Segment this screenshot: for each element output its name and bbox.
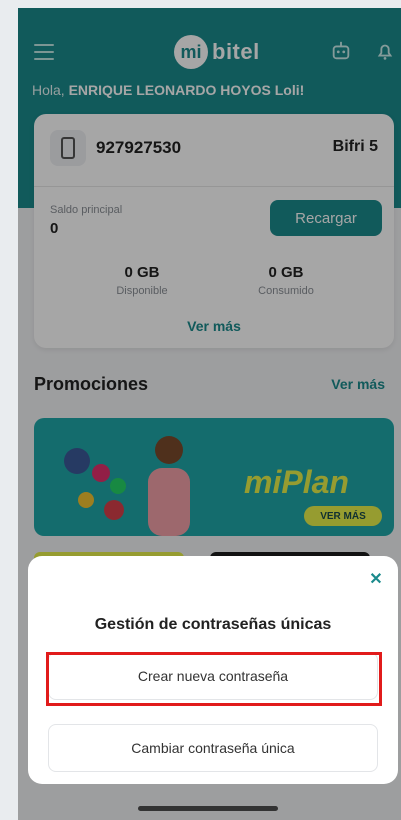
change-password-button[interactable]: Cambiar contraseña única <box>48 724 378 772</box>
highlight-box <box>46 652 382 706</box>
home-indicator <box>138 806 278 811</box>
password-management-sheet: ✕ Gestión de contraseñas únicas Crear nu… <box>28 556 398 784</box>
sheet-title: Gestión de contraseñas únicas <box>94 616 332 633</box>
close-icon[interactable]: ✕ <box>366 570 386 590</box>
app-screen: mi bitel Hola, ENRIQUE LEONARDO HOYOS Lo… <box>18 8 401 820</box>
